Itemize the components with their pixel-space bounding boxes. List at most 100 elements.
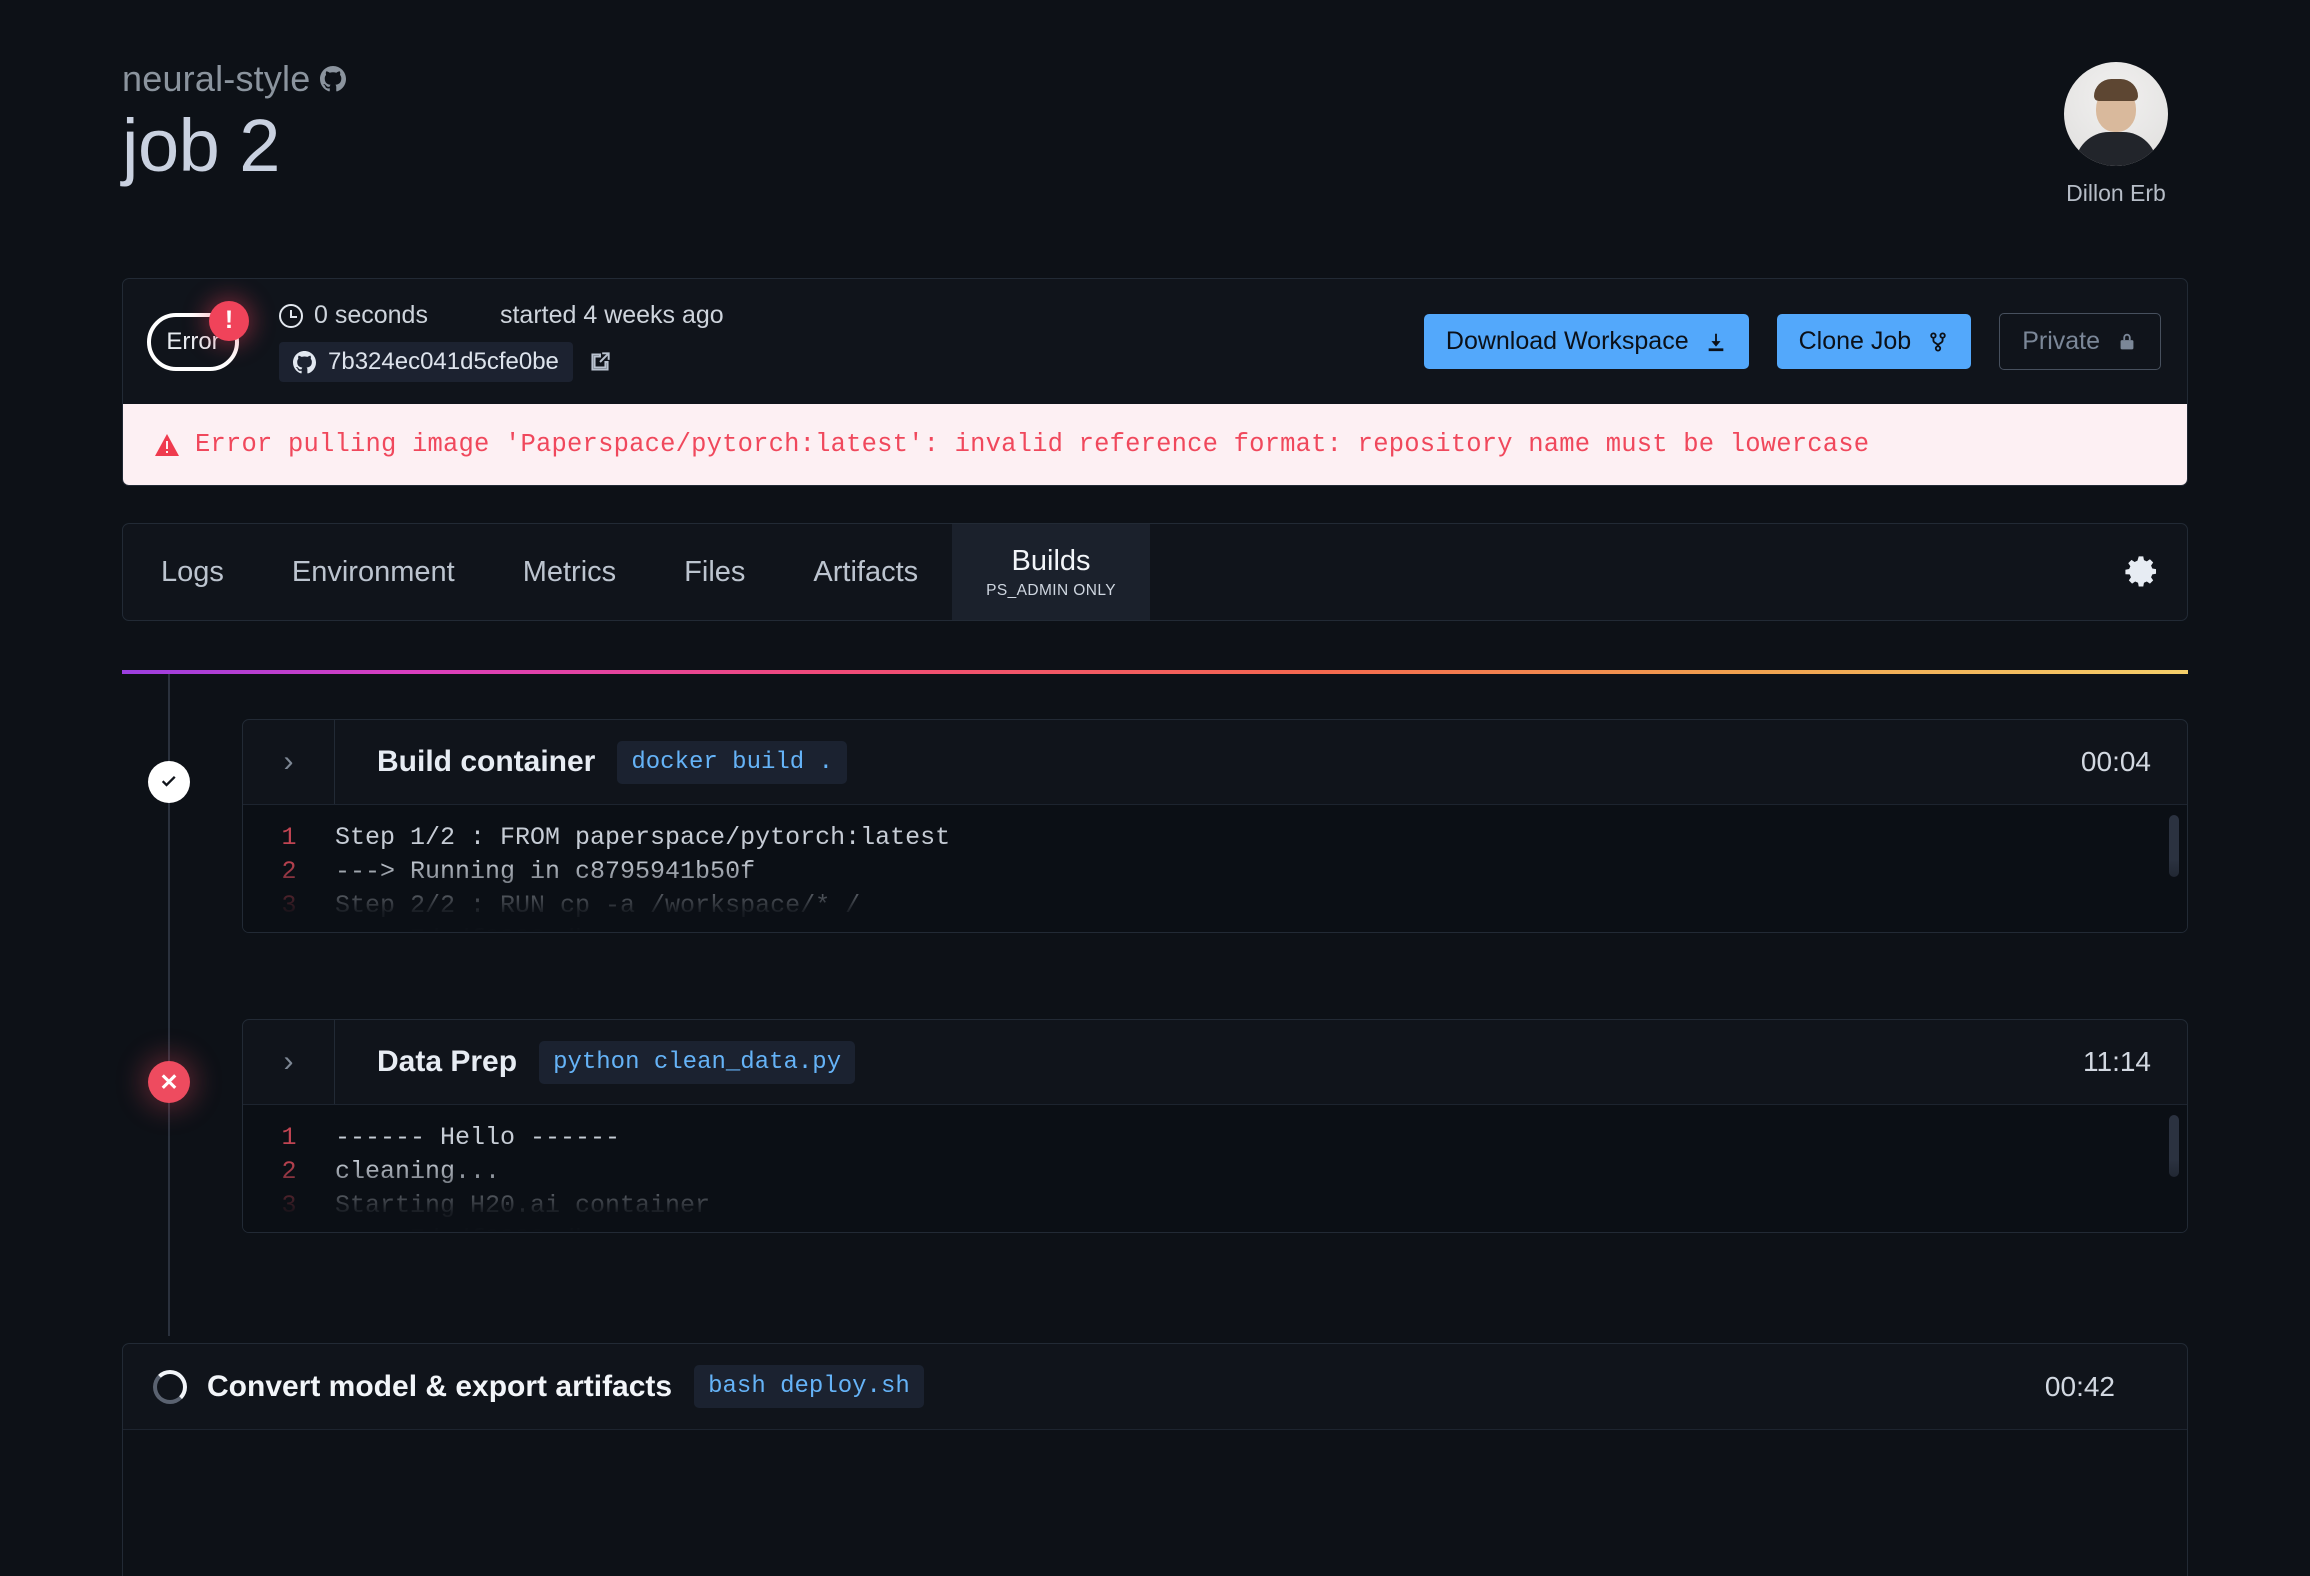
log-line-text: Step 2/2 : RUN cp -a /workspace/* / — [335, 889, 860, 923]
log-line: 2 ---> Running in c8795941b50f — [243, 855, 2187, 889]
log-line-number: 3 — [243, 1189, 335, 1223]
dataprep-step-card: › Data Prep python clean_data.py 11:14 1… — [242, 1019, 2188, 1233]
avatar-body — [2075, 132, 2157, 166]
step-log-output[interactable]: 1 ------ Hello ------ 2 cleaning... 3 St… — [243, 1104, 2187, 1232]
log-line-text: ------ Hello ------ — [335, 1121, 620, 1155]
log-line-number: 4 — [243, 923, 335, 932]
error-banner: Error pulling image 'Paperspace/pytorch:… — [123, 404, 2187, 485]
status-badge: Error ! — [147, 313, 251, 371]
duration-text: 0 seconds — [314, 301, 428, 330]
clone-job-button[interactable]: Clone Job — [1777, 314, 1972, 369]
step-duration: 00:42 — [2045, 1371, 2115, 1403]
tab-metrics-label: Metrics — [523, 556, 616, 589]
warning-triangle-icon — [155, 434, 179, 456]
gradient-divider — [122, 670, 2188, 674]
spinner-icon — [153, 1370, 187, 1404]
settings-button[interactable] — [2095, 524, 2187, 620]
gear-icon — [2124, 555, 2158, 589]
job-meta: 0 seconds started 4 weeks ago 7b324ec041… — [279, 301, 724, 382]
log-line-number: 2 — [243, 1155, 335, 1189]
tab-logs[interactable]: Logs — [123, 524, 258, 620]
build-step-card: › Build container docker build . 00:04 1… — [242, 719, 2188, 933]
dataprep-step-header[interactable]: › Data Prep python clean_data.py 11:14 — [243, 1020, 2187, 1104]
step-status-error-icon: ✕ — [148, 1061, 190, 1103]
tab-files-label: Files — [684, 556, 745, 589]
log-line-text: Step 1/2 : FROM paperspace/pytorch:lates… — [335, 821, 950, 855]
expand-toggle[interactable]: › — [243, 720, 335, 804]
download-workspace-button[interactable]: Download Workspace — [1424, 314, 1749, 369]
commit-chip[interactable]: 7b324ec041d5cfe0be — [279, 342, 573, 382]
page-title: job 2 — [122, 106, 346, 186]
repo-breadcrumb[interactable]: neural-style — [122, 58, 346, 100]
check-circle-icon — [158, 771, 180, 793]
step-title: Convert model & export artifacts — [207, 1370, 672, 1404]
avatar[interactable] — [2064, 62, 2168, 166]
job-detail-page: neural-style job 2 Dillon Erb Error ! — [0, 0, 2310, 1576]
tab-artifacts[interactable]: Artifacts — [779, 524, 952, 620]
tab-environment[interactable]: Environment — [258, 524, 489, 620]
log-line: 3 Starting H20.ai container — [243, 1189, 2187, 1223]
commit-hash: 7b324ec041d5cfe0be — [328, 348, 559, 376]
download-icon — [1705, 330, 1727, 354]
log-line-text: ---> 7dadf0803adb — [335, 923, 590, 932]
pending-step-card: Convert model & export artifacts bash de… — [122, 1343, 2188, 1576]
log-line-text: cleaning... — [335, 1155, 500, 1189]
expand-toggle[interactable]: › — [243, 1020, 335, 1104]
clock-icon — [279, 304, 303, 328]
build-step-header[interactable]: › Build container docker build . 00:04 — [243, 720, 2187, 804]
log-line: 1 ------ Hello ------ — [243, 1121, 2187, 1155]
log-line: 1 Step 1/2 : FROM paperspace/pytorch:lat… — [243, 821, 2187, 855]
job-status-row: Error ! 0 seconds started 4 weeks ago — [123, 279, 2187, 404]
lock-icon — [2116, 330, 2138, 354]
log-line-number: 3 — [243, 889, 335, 923]
tab-environment-label: Environment — [292, 556, 455, 589]
step-duration: 00:04 — [2081, 746, 2151, 778]
log-line-number: 1 — [243, 1121, 335, 1155]
log-line-number: 2 — [243, 855, 335, 889]
job-status-panel: Error ! 0 seconds started 4 weeks ago — [122, 278, 2188, 486]
download-workspace-label: Download Workspace — [1446, 327, 1689, 356]
chevron-right-icon: › — [284, 747, 294, 777]
log-scrollbar[interactable] — [2169, 815, 2179, 877]
log-line: 2 cleaning... — [243, 1155, 2187, 1189]
fork-icon — [1927, 330, 1949, 354]
tab-metrics[interactable]: Metrics — [489, 524, 650, 620]
alert-icon: ! — [209, 301, 249, 341]
tab-bar: Logs Environment Metrics Files Artifacts… — [122, 523, 2188, 621]
user-name: Dillon Erb — [2040, 180, 2192, 207]
step-log-output[interactable]: 1 Step 1/2 : FROM paperspace/pytorch:lat… — [243, 804, 2187, 932]
page-header: neural-style job 2 — [122, 58, 346, 186]
private-label: Private — [2022, 327, 2100, 356]
repo-name: neural-style — [122, 58, 310, 100]
tab-artifacts-label: Artifacts — [813, 556, 918, 589]
error-message: Error pulling image 'Paperspace/pytorch:… — [195, 430, 1869, 459]
step-duration: 11:14 — [2083, 1046, 2151, 1078]
job-actions: Download Workspace Clone Job Private — [1424, 313, 2161, 370]
private-button[interactable]: Private — [1999, 313, 2161, 370]
pending-step-header[interactable]: Convert model & export artifacts bash de… — [123, 1344, 2187, 1430]
github-icon — [320, 66, 346, 92]
log-line-number: 1 — [243, 821, 335, 855]
external-link-icon[interactable] — [587, 349, 613, 375]
tab-builds[interactable]: Builds PS_ADMIN ONLY — [952, 524, 1150, 620]
started-text: started 4 weeks ago — [500, 301, 724, 330]
tab-builds-sublabel: PS_ADMIN ONLY — [986, 582, 1116, 600]
tab-files[interactable]: Files — [650, 524, 779, 620]
duration-group: 0 seconds — [279, 301, 428, 330]
user-menu[interactable]: Dillon Erb — [2040, 62, 2192, 207]
tab-logs-label: Logs — [161, 556, 224, 589]
log-line-number: 4 — [243, 1223, 335, 1232]
job-meta-commit: 7b324ec041d5cfe0be — [279, 342, 724, 382]
step-title: Data Prep — [377, 1045, 517, 1079]
log-scrollbar[interactable] — [2169, 1115, 2179, 1177]
step-title: Build container — [377, 745, 595, 779]
step-command: docker build . — [617, 741, 847, 784]
tab-spacer — [1150, 524, 2095, 620]
log-line-text: ---> Running in c8795941b50f — [335, 855, 755, 889]
job-meta-timing: 0 seconds started 4 weeks ago — [279, 301, 724, 330]
log-line: 4 ---> 7dadf0803adb — [243, 1223, 2187, 1232]
log-line: 3 Step 2/2 : RUN cp -a /workspace/* / — [243, 889, 2187, 923]
chevron-right-icon: › — [284, 1047, 294, 1077]
github-icon — [293, 351, 316, 374]
avatar-hair — [2094, 79, 2138, 101]
